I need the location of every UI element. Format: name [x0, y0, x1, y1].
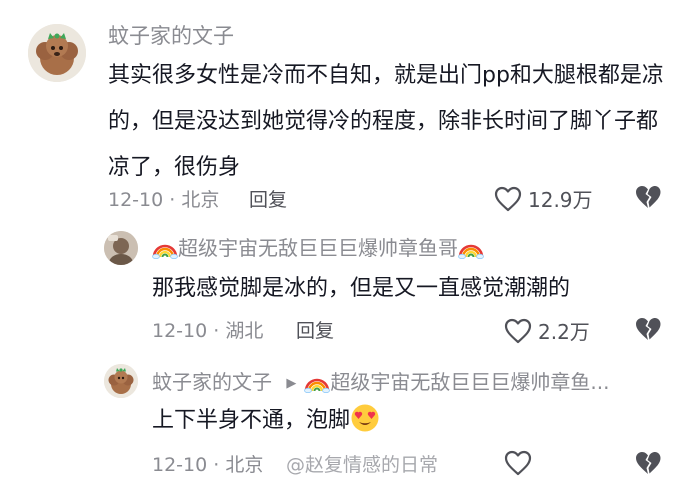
avatar[interactable] — [104, 231, 138, 265]
heart-icon — [504, 318, 532, 343]
heart-icon — [504, 450, 532, 476]
poodle-avatar-icon — [28, 24, 86, 82]
heart-icon — [494, 186, 522, 211]
broken-heart-icon — [636, 186, 661, 208]
rainbow-icon — [458, 244, 484, 259]
reply-username-text: 超级宇宙无敌巨巨巨爆帅章鱼哥 — [178, 236, 458, 260]
reply-text: 上下半身不通，泡脚 — [152, 398, 672, 444]
reply-to-username[interactable]: 超级宇宙无敌巨巨巨爆帅章鱼... — [330, 370, 609, 394]
comment-text: 其实很多女性是冷而不自知，就是出门pp和大腿根都是凉的，但是没达到她觉得冷的程度… — [108, 63, 664, 180]
reply-text-body: 上下半身不通，泡脚 — [152, 408, 351, 433]
dislike-button[interactable] — [634, 316, 662, 346]
broken-heart-icon — [636, 452, 661, 474]
like-count: 12.9万 — [528, 188, 593, 212]
reply-username[interactable]: 超级宇宙无敌巨巨巨爆帅章鱼哥 — [152, 234, 484, 262]
broken-heart-icon — [636, 318, 661, 340]
heart-eyes-emoji — [351, 404, 379, 432]
rainbow-icon — [304, 378, 331, 393]
avatar[interactable] — [104, 364, 138, 398]
like-count: 2.2万 — [538, 320, 590, 344]
reply-username: 蚊子家的文子 ▶ 超级宇宙无敌巨巨巨爆帅章鱼... — [152, 368, 609, 398]
dislike-button[interactable] — [634, 450, 662, 479]
comment-date-location: 12-10 · 北京 — [108, 189, 220, 211]
like-button[interactable]: 12.9万 — [494, 184, 593, 213]
watermark: @赵复情感的日常 — [286, 454, 439, 476]
comment-thread: 蚊子家的文子 其实很多女性是冷而不自知，就是出门pp和大腿根都是凉的，但是没达到… — [0, 0, 690, 479]
reply-arrow-icon: ▶ — [286, 376, 297, 391]
dislike-button[interactable] — [634, 184, 662, 214]
reply-button[interactable]: 回复 — [249, 187, 287, 213]
rainbow-icon — [152, 244, 178, 259]
user-avatar-icon — [104, 231, 138, 265]
reply-date-location: 12-10 · 北京 — [152, 454, 264, 476]
poodle-avatar-icon — [104, 364, 138, 398]
comment-username[interactable]: 蚊子家的文子 — [108, 22, 234, 50]
reply-date-location: 12-10 · 湖北 — [152, 320, 264, 342]
like-button[interactable]: 2.2万 — [504, 316, 590, 345]
reply-text: 那我感觉脚是冰的，但是又一直感觉潮潮的 — [152, 276, 571, 301]
avatar[interactable] — [28, 24, 86, 82]
reply-button[interactable]: 回复 — [296, 318, 334, 344]
like-button[interactable] — [504, 450, 532, 476]
reply-username-text[interactable]: 蚊子家的文子 — [152, 370, 272, 394]
